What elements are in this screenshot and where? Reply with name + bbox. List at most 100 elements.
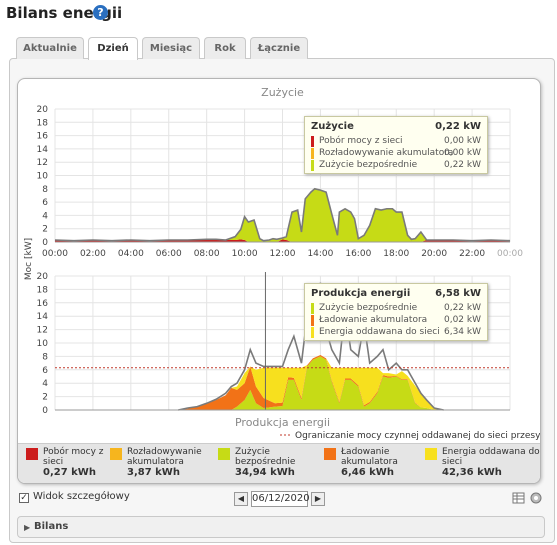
date-field[interactable]: 06/12/2020 xyxy=(251,491,310,507)
legend-swatch xyxy=(218,448,230,460)
tooltip-swatch xyxy=(311,303,314,314)
tooltip-swatch xyxy=(311,148,314,159)
chart-title: Produkcja energii xyxy=(235,416,330,429)
detail-checkbox-label: Widok szczegółowy xyxy=(33,491,130,502)
tooltip-row: Energia oddawana do sieci 6,34 kW xyxy=(311,327,481,338)
y-tick-label: 14 xyxy=(37,145,49,155)
y-tick-label: 12 xyxy=(37,158,48,168)
y-tick-label: 8 xyxy=(42,352,48,362)
legend-swatch xyxy=(425,448,437,460)
tab-rok[interactable]: Rok xyxy=(204,37,246,59)
legend-value: 42,36 kWh xyxy=(442,467,502,478)
tooltip-row-label: Energia oddawana do sieci xyxy=(319,327,440,337)
x-tick-label: 10:00 xyxy=(232,249,258,259)
tab-bar: Aktualnie Dzień Miesiąc Rok Łącznie xyxy=(16,37,312,60)
legend-swatch xyxy=(324,448,336,460)
y-tick-label: 6 xyxy=(42,198,48,208)
y-tick-label: 8 xyxy=(42,185,48,195)
tooltip-row-label: Zużycie bezpośrednie xyxy=(319,160,418,170)
x-tick-label: 06:00 xyxy=(156,249,182,259)
y-tick-label: 6 xyxy=(42,366,48,376)
y-tick-label: 10 xyxy=(37,172,49,182)
tooltip-row-value: 0,22 kW xyxy=(443,303,481,313)
help-icon[interactable]: ? xyxy=(93,5,108,20)
tooltip-title: Zużycie xyxy=(311,121,354,132)
consumption-tooltip: Zużycie 0,22 kW Pobór mocy z sieci 0,00 … xyxy=(304,116,488,174)
tab-dzien[interactable]: Dzień xyxy=(88,37,138,60)
legend-value: 34,94 kWh xyxy=(235,467,295,478)
tooltip-total: 6,58 kW xyxy=(435,288,481,299)
tooltip-row: Rozładowywanie akumulatora 0,00 kW xyxy=(311,148,481,159)
tooltip-row-label: Zużycie bezpośrednie xyxy=(319,303,418,313)
legend-value: 0,27 kWh xyxy=(43,467,96,478)
chart-title: Zużycie xyxy=(261,86,304,99)
tooltip-row: Pobór mocy z sieci 0,00 kW xyxy=(311,136,481,147)
y-tick-label: 10 xyxy=(37,339,49,349)
legend-label: Pobór mocy z sieci xyxy=(43,447,104,467)
y-tick-label: 18 xyxy=(37,118,49,128)
controls-row: ✓ Widok szczegółowy ◀ 06/12/2020 ▶ xyxy=(0,490,557,510)
chart-container: 0 2 4 6 8 10 12 14 16 18 20 Zużycie 00:00 02:00 04:00 0… xyxy=(17,78,541,484)
tooltip-swatch xyxy=(311,327,314,338)
tooltip-row: Zużycie bezpośrednie 0,22 kW xyxy=(311,160,481,171)
y-tick-label: 0 xyxy=(42,406,48,416)
x-tick-label: 02:00 xyxy=(80,249,106,259)
y-tick-label: 16 xyxy=(37,299,49,309)
tooltip-swatch xyxy=(311,160,314,171)
y-tick-label: 16 xyxy=(37,132,49,142)
table-icon[interactable] xyxy=(512,491,526,505)
x-tick-label: 12:00 xyxy=(270,249,296,259)
y-tick-label: 4 xyxy=(42,379,48,389)
tab-aktualnie[interactable]: Aktualnie xyxy=(16,37,84,59)
x-tick-label: 14:00 xyxy=(307,249,333,259)
tab-lacznie[interactable]: Łącznie xyxy=(250,37,308,59)
arrow-right-icon[interactable]: ▶ xyxy=(311,492,325,506)
tooltip-swatch xyxy=(311,315,314,326)
y-tick-label: 4 xyxy=(42,211,48,221)
y-tick-label: 0 xyxy=(42,238,48,248)
x-tick-label: 20:00 xyxy=(421,249,447,259)
x-tick-label: 18:00 xyxy=(383,249,409,259)
tooltip-row-value: 0,02 kW xyxy=(443,315,481,325)
limit-legend-label: Ograniczanie mocy czynnej oddawanej do s… xyxy=(295,431,541,441)
detail-checkbox[interactable]: ✓ xyxy=(19,493,29,503)
tooltip-row: Zużycie bezpośrednie 0,22 kW xyxy=(311,303,481,314)
x-tick-label: 04:00 xyxy=(118,249,144,259)
production-tooltip: Produkcja energii 6,58 kW Zużycie bezpoś… xyxy=(304,283,488,341)
tooltip-row-value: 0,00 kW xyxy=(443,136,481,146)
legend-swatch xyxy=(110,448,122,460)
tooltip-swatch xyxy=(311,136,314,147)
settings-icon[interactable] xyxy=(529,491,543,505)
tooltip-total: 0,22 kW xyxy=(435,121,481,132)
legend-value: 3,87 kWh xyxy=(127,467,180,478)
tab-miesiac[interactable]: Miesiąc xyxy=(142,37,200,59)
legend-value: 6,46 kWh xyxy=(341,467,394,478)
y-tick-label: 2 xyxy=(42,393,48,403)
tooltip-row-label: Rozładowywanie akumulatora xyxy=(319,148,454,158)
tooltip-row-value: 0,00 kW xyxy=(443,148,481,158)
legend-label: Rozładowywanie akumulatora xyxy=(127,447,202,467)
y-axis-label: Moc [kW] xyxy=(24,238,34,280)
x-tick-label: 16:00 xyxy=(345,249,371,259)
legend-label: Zużycie bezpośrednie xyxy=(235,447,296,467)
bilans-label: Bilans xyxy=(34,521,69,532)
tooltip-row-value: 0,22 kW xyxy=(443,160,481,170)
y-tick-label: 12 xyxy=(37,326,48,336)
tooltip-row-value: 6,34 kW xyxy=(443,327,481,337)
legend-label: Energia oddawana do sieci xyxy=(442,447,540,467)
tooltip-title: Produkcja energii xyxy=(311,288,411,299)
x-tick-label: 08:00 xyxy=(194,249,220,259)
arrow-left-icon[interactable]: ◀ xyxy=(234,492,248,506)
bilans-section[interactable]: ▶ Bilans xyxy=(17,516,545,538)
x-tick-label: 00:00 xyxy=(42,249,68,259)
y-tick-label: 18 xyxy=(37,285,49,295)
y-tick-label: 14 xyxy=(37,312,49,322)
tooltip-row: Ładowanie akumulatora 0,02 kW xyxy=(311,315,481,326)
tooltip-row-label: Ładowanie akumulatora xyxy=(319,315,428,325)
legend-label: Ładowanie akumulatora xyxy=(341,447,398,467)
y-tick-label: 20 xyxy=(37,105,49,115)
y-tick-label: 2 xyxy=(42,225,48,235)
x-tick-label: 00:00 xyxy=(497,249,523,259)
chart-legend: Pobór mocy z sieci 0,27 kWh Rozładowywan… xyxy=(18,443,540,483)
tooltip-row-label: Pobór mocy z sieci xyxy=(319,136,403,146)
